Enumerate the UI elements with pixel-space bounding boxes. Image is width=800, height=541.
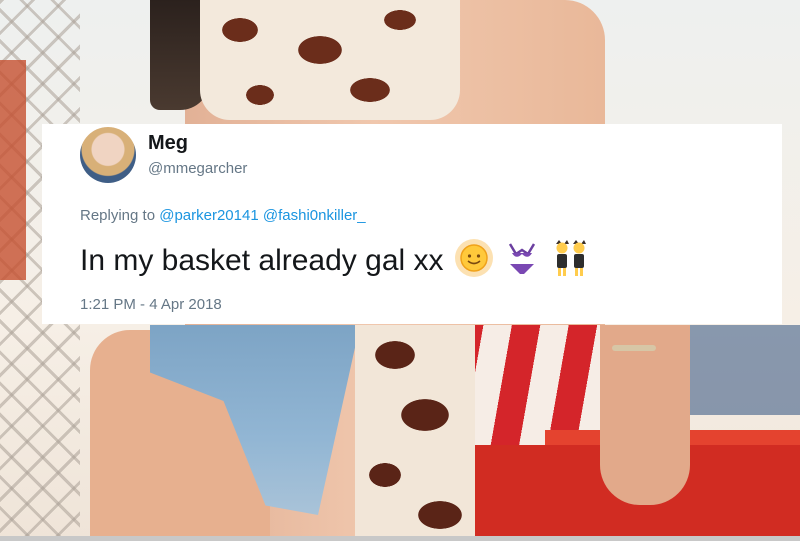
arm [600,325,690,505]
tweet-card: Meg @mmegarcher Replying to @parker20141… [42,124,782,324]
tweet-text: In my basket already gal xx [80,238,591,286]
replying-to-label: Replying to [80,207,156,224]
bracelet [612,345,656,351]
avatar[interactable] [80,127,136,183]
cowprint-top [200,0,460,120]
tweet-body: In my basket already gal xx [80,243,444,277]
cowprint-chaps [355,325,475,541]
sun-with-face-emoji [454,238,494,286]
bikini-emoji [504,238,540,286]
mention-link[interactable]: @parker20141 [159,207,258,224]
dancers-emoji [551,238,591,286]
mention-link[interactable]: @fashi0nkiller_ [263,207,366,224]
display-name[interactable]: Meg [148,132,188,155]
bottom-border [0,536,800,541]
timestamp[interactable]: 1:21 PM - 4 Apr 2018 [80,296,222,313]
fair-lights [680,325,800,415]
user-handle[interactable]: @mmegarcher [148,160,247,177]
replying-to: Replying to @parker20141 @fashi0nkiller_ [80,207,366,224]
ride-red-beam [0,60,26,280]
